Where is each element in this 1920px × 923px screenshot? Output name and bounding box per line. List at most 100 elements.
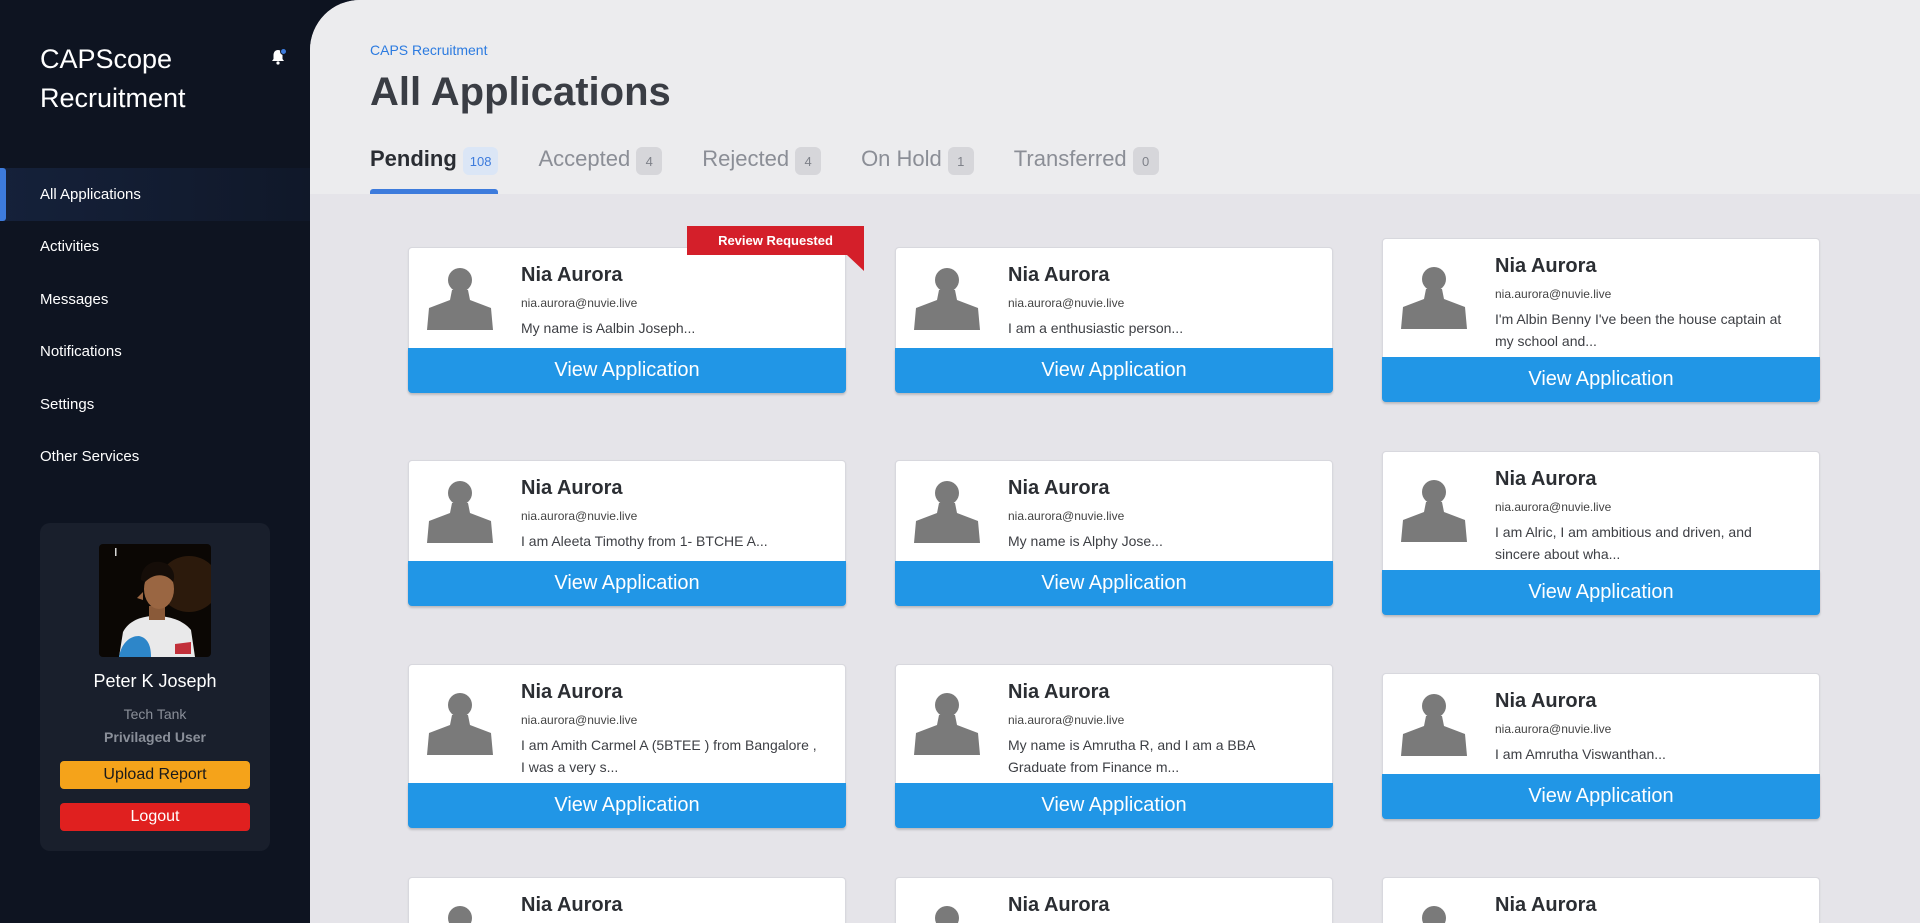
person-icon bbox=[427, 268, 493, 330]
sidebar-item-label: Settings bbox=[40, 395, 95, 413]
application-card: Nia Aurora nia.aurora@nuvie.live I am Al… bbox=[408, 460, 846, 606]
sidebar-item-label: Notifications bbox=[40, 343, 122, 361]
sidebar-item-label: Activities bbox=[40, 238, 100, 256]
page-title: All Applications bbox=[370, 70, 671, 114]
applicant-email: nia.aurora@nuvie.live bbox=[521, 296, 638, 310]
person-icon bbox=[1422, 906, 1446, 923]
person-icon bbox=[914, 693, 980, 755]
tab-accepted[interactable]: Accepted 4 bbox=[538, 138, 663, 194]
person-icon bbox=[935, 906, 959, 923]
ribbon-fold bbox=[847, 255, 864, 271]
applicant-summary: I am Amith Carmel A (5BTEE ) from Bangal… bbox=[521, 737, 817, 775]
person-icon bbox=[914, 268, 980, 330]
person-icon bbox=[914, 481, 980, 543]
tab-label: Transferred bbox=[1013, 146, 1127, 171]
applicant-email: nia.aurora@nuvie.live bbox=[521, 509, 638, 523]
applicant-name: Nia Aurora bbox=[1008, 477, 1110, 499]
applicant-name: Nia Aurora bbox=[521, 681, 623, 703]
applicant-summary: I am Aleeta Timothy from 1- BTCHE A... bbox=[521, 533, 768, 549]
applicant-name: Nia Aurora bbox=[521, 477, 623, 499]
view-application-button[interactable]: View Application bbox=[895, 783, 1333, 828]
applicant-name: Nia Aurora bbox=[1495, 255, 1597, 277]
sidebar-item-settings[interactable]: Settings bbox=[0, 378, 310, 431]
view-application-button[interactable]: View Application bbox=[1382, 774, 1820, 819]
sidebar-item-label: Messages bbox=[40, 290, 109, 308]
tab-label: Pending bbox=[370, 146, 457, 171]
sidebar-item-label: Other Services bbox=[40, 448, 140, 466]
tab-pending[interactable]: Pending 108 bbox=[370, 138, 499, 194]
tab-rejected[interactable]: Rejected 4 bbox=[702, 138, 822, 194]
application-card: Nia Aurora nia.aurora@nuvie.live I am a … bbox=[895, 247, 1333, 393]
application-card: Nia Aurora bbox=[895, 877, 1333, 923]
sidebar-item-activities[interactable]: Activities bbox=[0, 221, 310, 274]
sidebar-item-notifications[interactable]: Notifications bbox=[0, 326, 310, 379]
count-badge: 4 bbox=[636, 147, 663, 175]
sidebar: CAPScope Recruitment All Applications Ac… bbox=[0, 0, 310, 923]
view-application-button[interactable]: View Application bbox=[895, 561, 1333, 606]
application-card: Nia Aurora nia.aurora@nuvie.live My name… bbox=[408, 247, 846, 393]
sidebar-nav: All Applications Activities Messages Not… bbox=[0, 168, 310, 483]
applicant-name: Nia Aurora bbox=[521, 264, 623, 286]
breadcrumb[interactable]: CAPS Recruitment bbox=[370, 42, 487, 58]
upload-report-button[interactable]: Upload Report bbox=[60, 761, 250, 789]
person-icon bbox=[1401, 694, 1467, 756]
brand-title[interactable]: CAPScope Recruitment bbox=[40, 40, 240, 118]
applicant-email: nia.aurora@nuvie.live bbox=[1008, 296, 1125, 310]
application-card: Nia Aurora bbox=[408, 877, 846, 923]
sidebar-item-all-applications[interactable]: All Applications bbox=[0, 168, 310, 221]
application-card: Nia Aurora nia.aurora@nuvie.live I am Am… bbox=[408, 664, 846, 828]
applicant-summary: I am Amrutha Viswanthan... bbox=[1495, 746, 1666, 762]
view-application-button[interactable]: View Application bbox=[408, 561, 846, 606]
person-icon bbox=[1401, 480, 1467, 542]
sidebar-item-label: All Applications bbox=[40, 185, 141, 203]
applicant-email: nia.aurora@nuvie.live bbox=[1008, 713, 1125, 727]
sidebar-item-other-services[interactable]: Other Services bbox=[0, 431, 310, 484]
applicant-email: nia.aurora@nuvie.live bbox=[1495, 500, 1612, 514]
view-application-button[interactable]: View Application bbox=[408, 783, 846, 828]
tab-label: On Hold bbox=[861, 146, 942, 171]
review-requested-ribbon: Review Requested bbox=[687, 226, 864, 255]
person-icon bbox=[448, 906, 472, 923]
applicant-summary: I am Alric, I am ambitious and driven, a… bbox=[1495, 524, 1752, 562]
profile-name: Peter K Joseph bbox=[93, 671, 217, 691]
applicant-summary: I am a enthusiastic person... bbox=[1008, 320, 1184, 336]
person-icon bbox=[1401, 267, 1467, 329]
applicant-summary: I'm Albin Benny I've been the house capt… bbox=[1495, 311, 1782, 349]
applicant-email: nia.aurora@nuvie.live bbox=[521, 713, 638, 727]
applicant-email: nia.aurora@nuvie.live bbox=[1495, 287, 1612, 301]
count-badge: 1 bbox=[947, 147, 974, 175]
brand-line-2: Recruitment bbox=[40, 83, 186, 113]
applicant-name: Nia Aurora bbox=[1495, 468, 1597, 490]
applicant-name: Nia Aurora bbox=[521, 894, 623, 916]
application-card: Nia Aurora nia.aurora@nuvie.live I'm Alb… bbox=[1382, 238, 1820, 402]
logout-button[interactable]: Logout bbox=[60, 803, 250, 831]
applicant-name: Nia Aurora bbox=[1495, 690, 1597, 712]
count-badge: 0 bbox=[1132, 147, 1159, 175]
tab-transferred[interactable]: Transferred 0 bbox=[1014, 138, 1159, 194]
view-application-button[interactable]: View Application bbox=[1382, 570, 1820, 615]
tab-on-hold[interactable]: On Hold 1 bbox=[861, 138, 974, 194]
applicant-summary: My name is Alphy Jose... bbox=[1008, 533, 1163, 549]
applicant-name: Nia Aurora bbox=[1008, 681, 1110, 703]
tab-label: Rejected bbox=[702, 146, 790, 171]
count-badge: 4 bbox=[795, 147, 822, 175]
person-icon bbox=[427, 693, 493, 755]
status-tabs: Pending 108 Accepted 4 Rejected 4 On Hol… bbox=[370, 138, 1199, 194]
count-badge: 108 bbox=[462, 147, 499, 175]
sidebar-item-messages[interactable]: Messages bbox=[0, 273, 310, 326]
applicant-summary: My name is Amrutha R, and I am a BBA Gra… bbox=[1008, 737, 1255, 775]
brand-line-1: CAPScope bbox=[40, 44, 173, 74]
profile-team: Tech Tank bbox=[123, 706, 187, 722]
page-header: CAPS Recruitment All Applications Pendin… bbox=[310, 0, 1920, 194]
bell-icon[interactable] bbox=[269, 48, 287, 66]
applicant-name: Nia Aurora bbox=[1495, 894, 1597, 916]
tab-label: Accepted bbox=[538, 146, 631, 171]
view-application-button[interactable]: View Application bbox=[408, 348, 846, 393]
application-card: Nia Aurora nia.aurora@nuvie.live I am Al… bbox=[1382, 451, 1820, 615]
application-card: Nia Aurora nia.aurora@nuvie.live My name… bbox=[895, 664, 1333, 828]
view-application-button[interactable]: View Application bbox=[895, 348, 1333, 393]
applicant-name: Nia Aurora bbox=[1008, 894, 1110, 916]
application-card: Nia Aurora nia.aurora@nuvie.live I am Am… bbox=[1382, 673, 1820, 819]
application-card: Nia Aurora bbox=[1382, 877, 1820, 923]
view-application-button[interactable]: View Application bbox=[1382, 357, 1820, 402]
